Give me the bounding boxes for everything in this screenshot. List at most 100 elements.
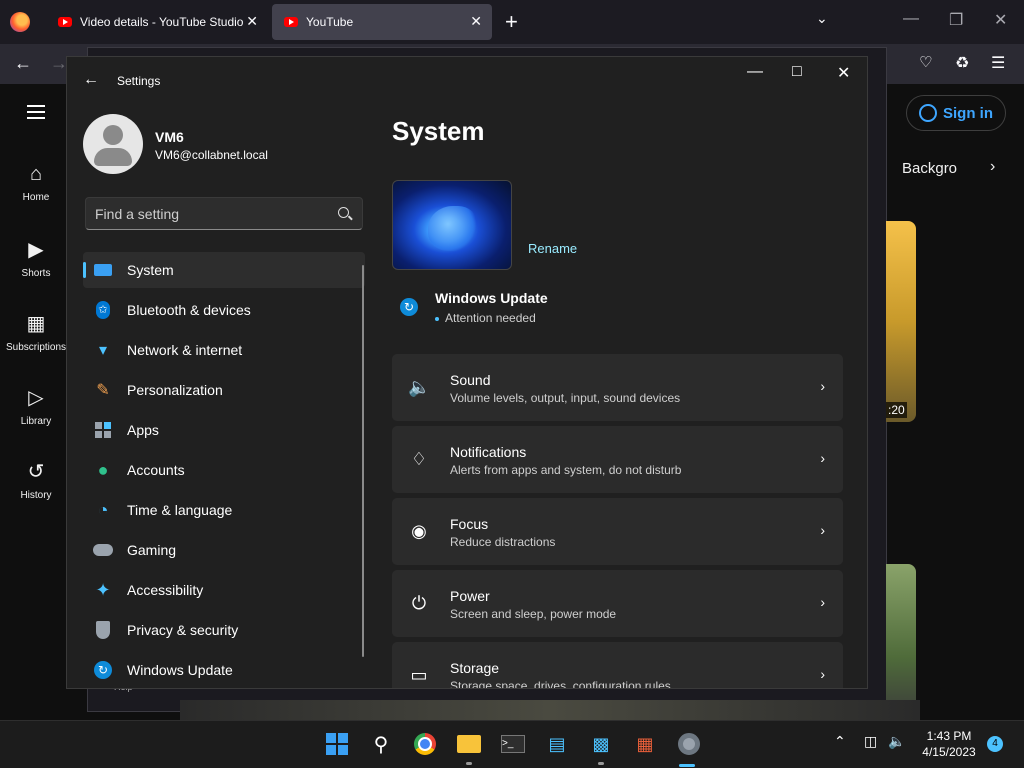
chevron-up-icon[interactable]: ⌃ — [834, 733, 846, 750]
close-tab-icon[interactable]: ✕ — [470, 13, 482, 30]
active-app-indicator — [679, 764, 695, 767]
clock-date: 4/15/2023 — [922, 745, 976, 759]
video-duration: :20 — [886, 402, 907, 418]
avatar[interactable] — [83, 114, 143, 174]
speaker-icon: 🔈 — [408, 377, 431, 397]
home-icon: ⌂ — [29, 163, 43, 185]
time-language-icon: ◔ — [97, 499, 109, 520]
video-thumbnail[interactable] — [886, 221, 916, 422]
status-dot — [435, 316, 439, 321]
restore-icon[interactable]: ❐ — [949, 10, 963, 30]
tab-youtube-studio[interactable]: Video details - YouTube Studio ✕ — [46, 4, 268, 40]
sidebar-item-privacy-security[interactable]: Privacy & security — [83, 612, 365, 648]
card-title: Sound — [450, 372, 491, 388]
search-input[interactable] — [95, 198, 325, 229]
sidebar-item-label: System — [127, 262, 174, 278]
yt-nav-subscriptions[interactable]: ▦ Subscriptions — [0, 311, 72, 353]
card-power[interactable]: ⏻ Power Screen and sleep, power mode › — [392, 570, 843, 637]
yt-nav-home[interactable]: ⌂ Home — [0, 163, 72, 203]
video-thumbnail-strip — [180, 700, 920, 720]
chevron-right-icon: › — [820, 450, 825, 466]
settings-app-icon[interactable] — [677, 732, 701, 756]
category-chip[interactable]: Backgro — [902, 160, 957, 177]
back-icon[interactable]: ← — [83, 71, 99, 89]
volume-icon[interactable]: 🔈 — [888, 733, 905, 750]
file-explorer-icon[interactable] — [457, 732, 481, 756]
accessibility-icon: ✦ — [95, 579, 111, 600]
youtube-favicon-icon — [58, 17, 72, 27]
notepad-icon[interactable]: ▤ — [545, 732, 569, 756]
system-clock[interactable]: 1:43 PM 4/15/2023 — [920, 728, 978, 760]
extensions-icon[interactable]: ♻ — [955, 53, 969, 73]
sidebar-item-accessibility[interactable]: ✦ Accessibility — [83, 572, 365, 608]
yt-nav-history[interactable]: ↺ History — [0, 459, 72, 501]
rename-link[interactable]: Rename — [528, 241, 577, 256]
yt-nav-library[interactable]: ▷ Library — [0, 385, 72, 427]
network-icon[interactable]: ◫ — [864, 733, 877, 750]
card-notifications[interactable]: ♢ Notifications Alerts from apps and sys… — [392, 426, 843, 493]
find-setting-search[interactable] — [85, 197, 363, 230]
store-icon[interactable]: ▦ — [633, 732, 657, 756]
search-icon[interactable] — [338, 207, 349, 218]
account-icon — [919, 104, 937, 122]
minimize-icon[interactable]: — — [747, 63, 763, 81]
card-storage[interactable]: ▭ Storage Storage space, drives, configu… — [392, 642, 843, 688]
sidebar-item-bluetooth[interactable]: ✩ Bluetooth & devices — [83, 292, 365, 328]
card-sound[interactable]: 🔈 Sound Volume levels, output, input, so… — [392, 354, 843, 421]
windows-update-title[interactable]: Windows Update — [435, 290, 548, 306]
chevron-right-icon: › — [820, 378, 825, 394]
sidebar-item-personalization[interactable]: ✎ Personalization — [83, 372, 365, 408]
list-all-tabs-button[interactable]: ⌄ — [816, 10, 828, 27]
history-icon: ↺ — [27, 461, 45, 483]
sidebar-item-windows-update[interactable]: ↻ Windows Update — [83, 652, 365, 688]
card-focus[interactable]: ◉ Focus Reduce distractions › — [392, 498, 843, 565]
chrome-icon[interactable] — [413, 732, 437, 756]
yt-nav-label: Home — [22, 192, 50, 203]
notification-badge[interactable]: 4 — [987, 736, 1003, 752]
user-email: VM6@collabnet.local — [155, 148, 268, 162]
sidebar-item-accounts[interactable]: ● Accounts — [83, 452, 365, 488]
sidebar-item-label: Accounts — [127, 462, 185, 478]
sign-in-label: Sign in — [943, 104, 993, 122]
maximize-icon[interactable]: □ — [792, 63, 802, 81]
menu-icon[interactable]: ☰ — [991, 53, 1005, 73]
shield-icon — [93, 620, 113, 640]
close-window-icon[interactable]: ✕ — [837, 63, 850, 83]
sidebar-item-label: Accessibility — [127, 582, 204, 598]
chevron-right-icon[interactable]: › — [990, 158, 995, 176]
close-window-icon[interactable]: ✕ — [994, 10, 1007, 30]
card-title: Storage — [450, 660, 500, 676]
terminal-glyph: >_ — [501, 735, 525, 753]
sidebar-item-apps[interactable]: Apps — [83, 412, 365, 448]
pocket-icon[interactable]: ♡ — [919, 53, 932, 71]
video-editor-icon[interactable]: ▩ — [589, 732, 613, 756]
tab-youtube[interactable]: YouTube ✕ — [272, 4, 492, 40]
terminal-icon[interactable]: >_ — [501, 732, 525, 756]
yt-nav-shorts[interactable]: ▶ Shorts — [0, 237, 72, 279]
yt-nav-label: Shorts — [21, 268, 51, 279]
search-icon[interactable]: ⚲ — [369, 732, 393, 756]
chevron-right-icon: › — [820, 666, 825, 682]
shorts-icon: ▶ — [28, 239, 44, 261]
firefox-logo-icon[interactable] — [10, 12, 30, 32]
brush-icon: ✎ — [96, 382, 110, 399]
video-thumbnail[interactable] — [886, 564, 916, 720]
hamburger-menu-icon[interactable] — [27, 105, 45, 119]
windows-update-status: Attention needed — [435, 311, 536, 325]
minimize-icon[interactable]: — — [903, 10, 919, 28]
apps-icon — [93, 420, 113, 440]
gamepad-icon — [93, 540, 113, 560]
start-button[interactable] — [325, 732, 349, 756]
youtube-favicon-icon — [284, 17, 298, 27]
sidebar-item-time-language[interactable]: ◔ Time & language — [83, 492, 365, 528]
sidebar-scrollbar[interactable] — [362, 265, 364, 657]
wifi-icon: ▾ — [98, 342, 108, 359]
back-icon[interactable]: ← — [14, 53, 32, 74]
new-tab-button[interactable]: + — [505, 9, 518, 35]
sidebar-item-network[interactable]: ▾ Network & internet — [83, 332, 365, 368]
close-tab-icon[interactable]: ✕ — [246, 13, 258, 30]
yt-nav-label: Subscriptions — [5, 342, 67, 353]
sign-in-button[interactable]: Sign in — [906, 95, 1006, 131]
sidebar-item-system[interactable]: System — [83, 252, 365, 288]
sidebar-item-gaming[interactable]: Gaming — [83, 532, 365, 568]
